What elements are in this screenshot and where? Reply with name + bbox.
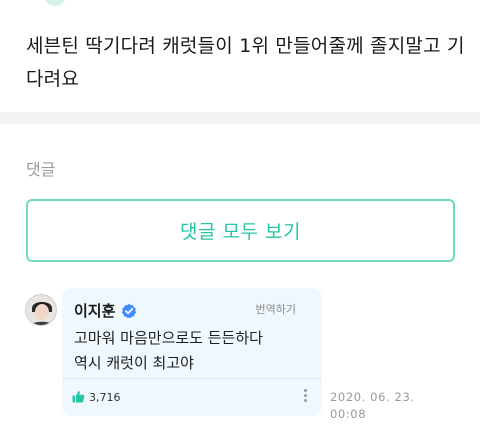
comment-author[interactable]: 이지훈 [74,300,115,321]
translate-button[interactable]: 번역하기 [256,301,296,317]
post-text: 세븐틴 딱기다려 캐럿들이 1위 만들어줄께 졸지말고 기다려요 [26,35,465,90]
section-divider [0,112,480,124]
comment-bubble: 이지훈 번역하기 고마워 마음만으로도 든든하다 역시 캐럿이 최고야 3,71… [62,288,322,416]
avatar-image [26,295,56,325]
comment-line: 고마워 마음만으로도 든든하다 [74,329,263,347]
thumbs-up-icon [72,388,85,407]
verified-badge-icon [121,303,137,319]
comments-section: 댓글 댓글 모두 보기 이지훈 번역하기 고마워 마음만으로도 든든하다 역시 … [0,124,480,433]
comment-author-row: 이지훈 [74,300,137,321]
bubble-divider [62,378,322,379]
comment-text: 고마워 마음만으로도 든든하다 역시 캐럿이 최고야 [74,326,304,376]
post-section: 세븐틴 딱기다려 캐럿들이 1위 만들어줄께 졸지말고 기다려요 [0,0,480,112]
more-vertical-icon[interactable] [302,388,308,404]
comment-line: 역시 캐럿이 최고야 [74,354,194,372]
avatar[interactable] [25,294,57,326]
comment-timestamp: 2020. 06. 23. 00:08 [330,390,415,421]
like-button[interactable]: 3,716 [72,388,121,407]
profile-badge-partial [44,0,66,6]
view-all-comments-button[interactable]: 댓글 모두 보기 [26,199,455,262]
like-count: 3,716 [89,391,121,404]
page: 세븐틴 딱기다려 캐럿들이 1위 만들어줄께 졸지말고 기다려요 댓글 댓글 모… [0,0,480,433]
comments-header: 댓글 [26,160,56,179]
